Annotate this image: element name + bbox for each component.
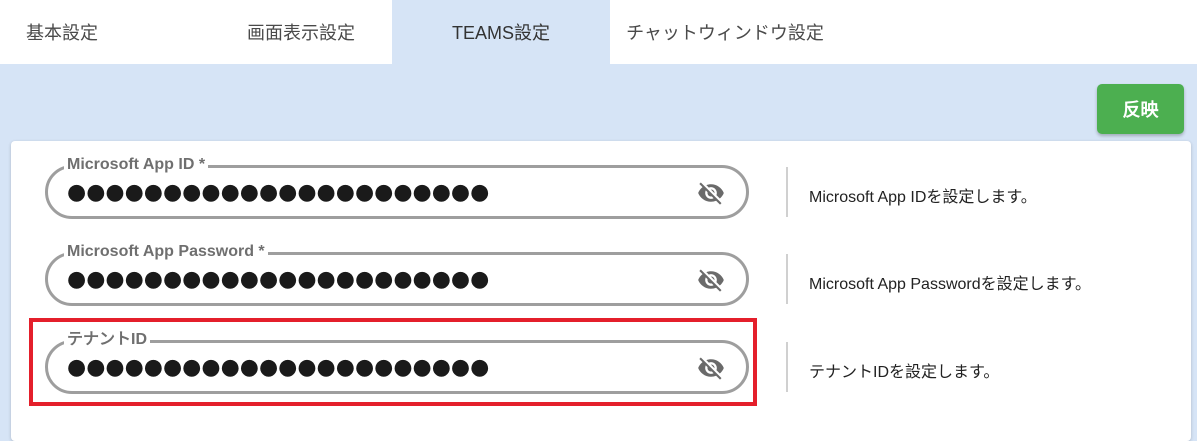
- microsoft-app-password-input[interactable]: [67, 267, 627, 293]
- microsoft-app-id-label: Microsoft App ID *: [64, 155, 209, 175]
- apply-button[interactable]: 反映: [1097, 84, 1184, 134]
- eye-off-icon[interactable]: [695, 179, 727, 207]
- microsoft-app-password-field: Microsoft App Password *: [45, 242, 749, 306]
- divider: [786, 254, 788, 304]
- microsoft-app-id-description: Microsoft App IDを設定します。: [809, 189, 1037, 206]
- tab-display-settings[interactable]: 画面表示設定: [210, 0, 392, 64]
- tab-label: チャットウィンドウ設定: [626, 23, 824, 43]
- microsoft-app-id-field: Microsoft App ID *: [45, 155, 749, 219]
- tab-label: TEAMS設定: [451, 23, 550, 43]
- tab-label: 画面表示設定: [247, 23, 355, 43]
- microsoft-app-password-description: Microsoft App Passwordを設定します。: [809, 276, 1092, 293]
- tab-chat-window-settings[interactable]: チャットウィンドウ設定: [610, 0, 840, 64]
- tab-basic-settings[interactable]: 基本設定: [0, 0, 210, 64]
- eye-off-icon[interactable]: [695, 266, 727, 294]
- tab-teams-settings[interactable]: TEAMS設定: [392, 0, 610, 64]
- tab-bar: 基本設定 画面表示設定 TEAMS設定 チャットウィンドウ設定: [0, 0, 1197, 64]
- microsoft-app-password-label: Microsoft App Password *: [64, 242, 268, 262]
- microsoft-app-id-input[interactable]: [67, 180, 627, 206]
- divider: [786, 342, 788, 392]
- highlight-box: [29, 318, 757, 406]
- tenant-id-description: テナントIDを設定します。: [809, 364, 1000, 381]
- tab-label: 基本設定: [26, 23, 98, 43]
- divider: [786, 167, 788, 217]
